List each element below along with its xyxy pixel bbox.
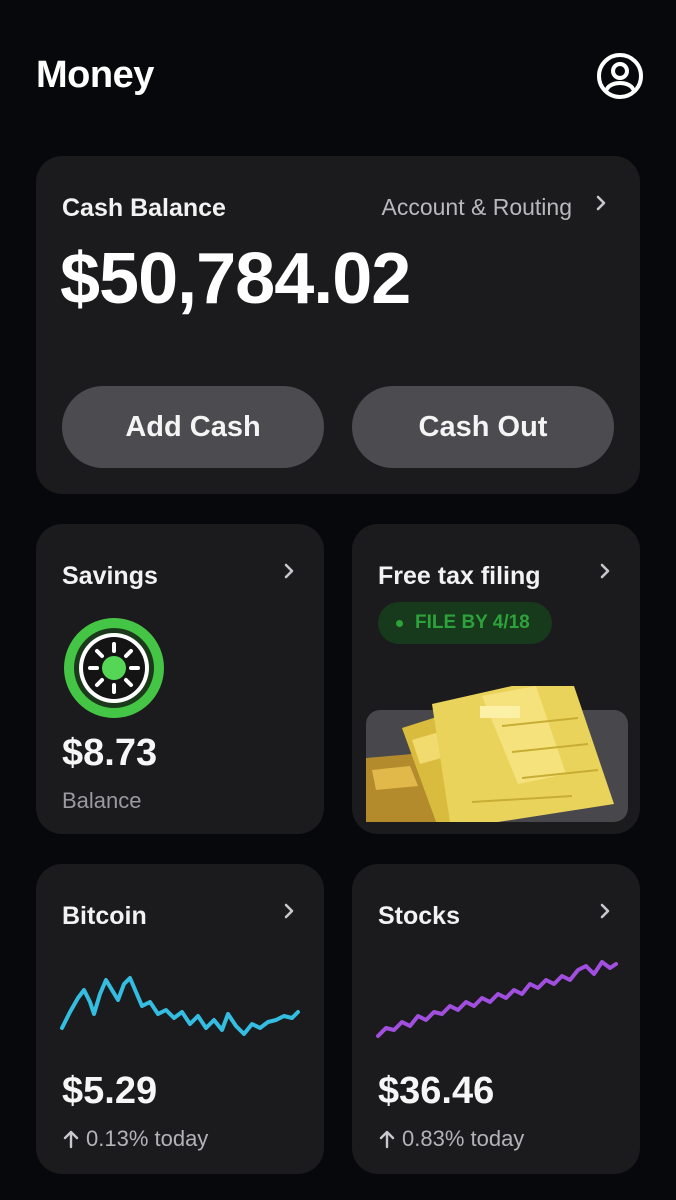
- profile-button[interactable]: [594, 50, 646, 102]
- cash-balance-amount: $50,784.02: [60, 239, 411, 319]
- savings-sun-icon: [64, 618, 164, 718]
- stocks-sparkline: [376, 960, 618, 1038]
- chevron-right-icon: [284, 563, 294, 579]
- tax-filing-card[interactable]: Free tax filing FILE BY 4/18: [352, 524, 640, 834]
- bitcoin-change-text: 0.13% today: [86, 1126, 209, 1151]
- chevron-right-icon[interactable]: [590, 192, 612, 214]
- account-routing-link[interactable]: Account & Routing: [381, 194, 572, 221]
- bitcoin-change: 0.13% today: [62, 1126, 208, 1152]
- tax-filing-title: Free tax filing: [378, 562, 541, 590]
- savings-balance-label: Balance: [62, 788, 142, 813]
- bitcoin-title: Bitcoin: [62, 902, 147, 930]
- stocks-amount: $36.46: [378, 1070, 495, 1112]
- stocks-card[interactable]: Stocks $36.46 0.83% today: [352, 864, 640, 1174]
- stocks-title: Stocks: [378, 902, 460, 930]
- money-screen: Money Cash Balance Account & Routing $50…: [0, 0, 676, 1200]
- page-title: Money: [36, 54, 154, 96]
- profile-icon: [597, 53, 643, 99]
- arrow-up-icon: [379, 1130, 395, 1149]
- arrow-up-icon: [63, 1130, 79, 1149]
- stocks-price-line: [376, 960, 618, 1038]
- bitcoin-price-line: [60, 976, 300, 1036]
- savings-amount: $8.73: [62, 732, 158, 774]
- chevron-right-icon: [600, 563, 610, 579]
- bitcoin-card[interactable]: Bitcoin $5.29 0.13% today: [36, 864, 324, 1174]
- tax-documents-illustration: [366, 686, 628, 822]
- chevron-right-icon: [600, 903, 610, 919]
- badge-dot-icon: [396, 619, 403, 627]
- cash-balance-title: Cash Balance: [62, 194, 226, 222]
- bitcoin-amount: $5.29: [62, 1070, 158, 1112]
- stocks-change-text: 0.83% today: [402, 1126, 525, 1151]
- file-by-text: FILE BY 4/18: [415, 612, 530, 633]
- stocks-change: 0.83% today: [378, 1126, 524, 1152]
- add-cash-button[interactable]: Add Cash: [62, 386, 324, 468]
- savings-card[interactable]: Savings $8.73 Balance: [36, 524, 324, 834]
- file-by-badge: FILE BY 4/18: [378, 602, 552, 644]
- cash-balance-card: Cash Balance Account & Routing $50,784.0…: [36, 156, 640, 494]
- cash-out-button[interactable]: Cash Out: [352, 386, 614, 468]
- bitcoin-sparkline: [60, 976, 300, 1036]
- chevron-right-icon: [284, 903, 294, 919]
- savings-title: Savings: [62, 562, 158, 590]
